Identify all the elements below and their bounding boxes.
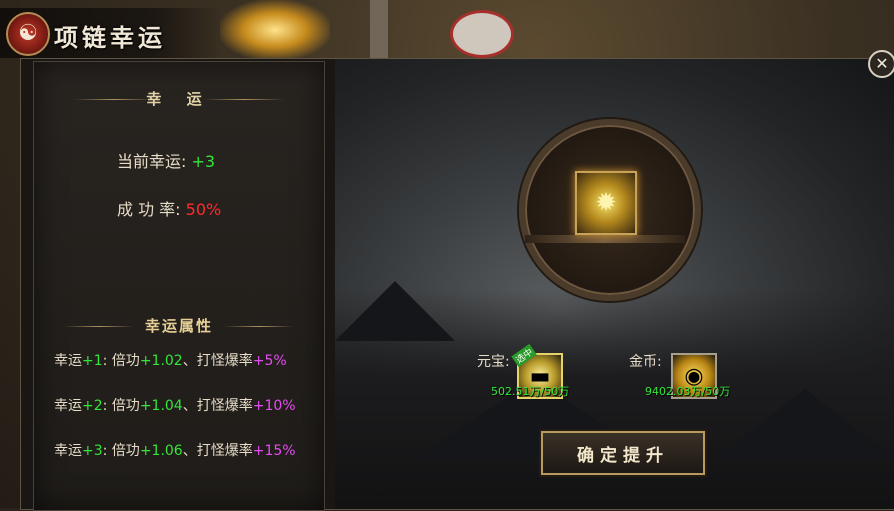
window-title: 项链幸运 (54, 24, 166, 52)
luck-attribute-row: 幸运+2: 倍功+1.04、打怪爆率+10% (54, 395, 296, 415)
luck-heading: 幸 运 (146, 90, 212, 108)
gold-value: 9402.03万/50万 (645, 385, 731, 398)
luck-info-panel: 幸 运 当前幸运: +3 成 功 率: 50% 幸运属性 幸运+1: 倍功+1.… (33, 61, 325, 511)
attr-multiplier: +1.04 (139, 398, 183, 414)
luck-attributes-heading: 幸运属性 (144, 317, 213, 335)
success-rate-row: 成 功 率: 50% (117, 196, 221, 220)
attr-luck-level: +2 (82, 398, 103, 414)
attr-drop-label: 、打怪爆率 (182, 443, 253, 459)
current-luck-value: +3 (191, 152, 216, 171)
world-character-sprite (450, 10, 514, 58)
luck-attribute-row: 幸运+3: 倍功+1.06、打怪爆率+15% (54, 440, 296, 460)
attr-drop-label: 、打怪爆率 (182, 353, 253, 369)
attr-luck-label: 幸运 (54, 353, 82, 369)
yuanbao-value: 502.51万/50万 (491, 385, 570, 398)
attr-luck-label: 幸运 (54, 443, 82, 459)
attr-luck-level: +3 (82, 443, 103, 459)
world-road (370, 0, 388, 60)
success-rate-label: 成 功 率: (117, 200, 181, 219)
yin-yang-icon: ☯ (6, 12, 50, 56)
necklace-luck-window: 幸 运 当前幸运: +3 成 功 率: 50% 幸运属性 幸运+1: 倍功+1.… (20, 58, 894, 511)
close-icon[interactable]: ✕ (868, 50, 894, 78)
attr-drop-rate: +10% (252, 398, 296, 414)
current-luck-label: 当前幸运: (117, 152, 187, 171)
gold-label: 金币: (629, 354, 662, 370)
confirm-upgrade-button[interactable]: 确定提升 (541, 431, 705, 475)
current-luck-row: 当前幸运: +3 (117, 148, 215, 172)
attr-multiplier: +1.06 (139, 443, 183, 459)
world-glow-effect (220, 0, 330, 60)
upgrade-panel: ✹ 元宝: 选中 ▬ 502.51万/50万 金币: ◉ 9402.03万/50万… (335, 59, 894, 509)
attr-mid-text: : 倍功 (102, 353, 140, 369)
attr-drop-rate: +15% (252, 443, 296, 459)
success-rate-value: 50% (185, 200, 222, 219)
ring-bar (525, 235, 685, 243)
yuanbao-label: 元宝: (477, 354, 510, 370)
attr-luck-level: +1 (82, 353, 103, 369)
attr-mid-text: : 倍功 (102, 443, 140, 459)
attr-drop-rate: +5% (252, 353, 287, 369)
attr-multiplier: +1.02 (139, 353, 183, 369)
attr-luck-label: 幸运 (54, 398, 82, 414)
necklace-icon[interactable]: ✹ (575, 171, 637, 235)
luck-attribute-row: 幸运+1: 倍功+1.02、打怪爆率+5% (54, 350, 287, 370)
attr-drop-label: 、打怪爆率 (182, 398, 253, 414)
attr-mid-text: : 倍功 (102, 398, 140, 414)
